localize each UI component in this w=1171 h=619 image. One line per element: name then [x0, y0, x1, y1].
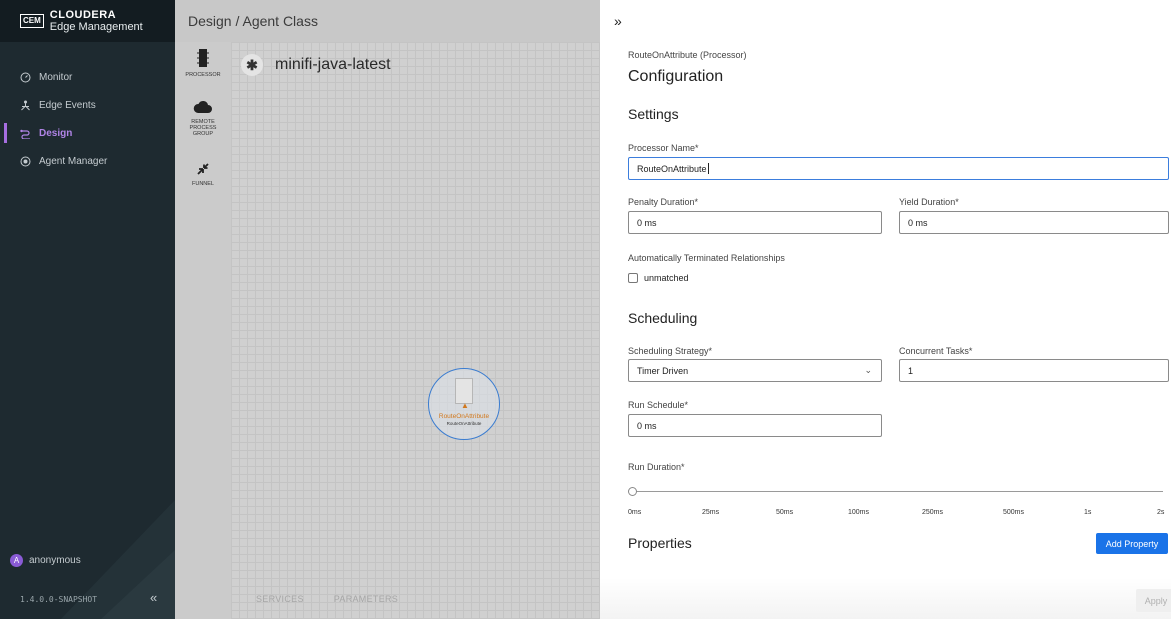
component-palette: PROCESSOR REMOTE PROCESS GROUP FUNNEL: [175, 42, 231, 619]
panel-title: Configuration: [628, 68, 724, 85]
run-schedule-value: 0 ms: [637, 420, 657, 431]
concurrent-tasks-field[interactable]: 1: [899, 359, 1169, 382]
panel-subtitle: RouteOnAttribute (Processor): [628, 50, 747, 60]
warning-icon: ▲: [461, 401, 469, 410]
tick-label: 500ms: [1003, 509, 1025, 516]
tab-services[interactable]: SERVICES: [256, 594, 304, 604]
chevron-down-icon: ⌄: [864, 365, 872, 375]
processor-icon: [197, 49, 209, 67]
bottom-tabs: SERVICES PARAMETERS: [256, 594, 398, 604]
brand: CLOUDERA Edge Management: [50, 9, 143, 33]
tick-label: 25ms: [702, 509, 720, 516]
palette-remote-process-group[interactable]: REMOTE PROCESS GROUP: [175, 100, 231, 137]
tick-label: 1s: [1084, 509, 1092, 516]
auto-terminated-label: Automatically Terminated Relationships: [628, 253, 785, 263]
tick-label: 2s: [1157, 509, 1165, 516]
funnel-icon: [197, 163, 209, 175]
processor-node-title: RouteOnAttribute: [438, 413, 490, 420]
properties-heading: Properties: [628, 535, 692, 551]
text-caret: [707, 163, 709, 174]
agent-class-header: ✱ minifi-java-latest: [241, 54, 391, 76]
panel-footer: [600, 578, 1171, 619]
processor-name-label: Processor Name*: [628, 143, 699, 153]
processor-node[interactable]: ▲ RouteOnAttribute RouteOnAttribute: [428, 368, 500, 440]
version-label: 1.4.0.0-SNAPSHOT: [20, 595, 98, 604]
sidebar-item-label: Edge Events: [39, 99, 96, 111]
palette-processor[interactable]: PROCESSOR: [175, 49, 231, 78]
breadcrumb: Design / Agent Class: [175, 0, 600, 42]
run-schedule-field[interactable]: 0 ms: [628, 414, 882, 437]
run-duration-ticks: 0ms 25ms 50ms 100ms 250ms 500ms 1s 2s: [628, 509, 1166, 519]
palette-label: PROCESSOR: [185, 72, 221, 78]
palette-label: FUNNEL: [191, 181, 214, 187]
asterisk-icon: ✱: [241, 54, 263, 76]
tab-parameters[interactable]: PARAMETERS: [334, 594, 398, 604]
sidebar-item-monitor[interactable]: Monitor: [0, 63, 175, 91]
design-area: Design / Agent Class PROCESSOR REMOTE PR…: [175, 0, 600, 619]
collapse-panel-icon[interactable]: »: [614, 13, 622, 29]
design-icon: [20, 128, 31, 139]
run-duration-slider-track[interactable]: [634, 491, 1163, 492]
sidebar: CEM CLOUDERA Edge Management Monitor Edg…: [0, 0, 175, 619]
unmatched-checkbox-row[interactable]: unmatched: [628, 273, 689, 283]
cem-logo: CEM: [20, 14, 44, 28]
breadcrumb-text: Design / Agent Class: [188, 13, 318, 29]
yield-duration-value: 0 ms: [908, 217, 928, 228]
yield-duration-field[interactable]: 0 ms: [899, 211, 1169, 234]
apply-button[interactable]: Apply: [1136, 589, 1171, 612]
scheduling-strategy-select[interactable]: Timer Driven ⌄: [628, 359, 882, 382]
unmatched-label: unmatched: [644, 273, 689, 283]
sidebar-item-edge-events[interactable]: Edge Events: [0, 91, 175, 119]
scheduling-heading: Scheduling: [628, 310, 698, 326]
configuration-panel: » RouteOnAttribute (Processor) Configura…: [600, 0, 1171, 619]
palette-funnel[interactable]: FUNNEL: [175, 162, 231, 187]
tick-label: 250ms: [922, 509, 944, 516]
penalty-duration-label: Penalty Duration*: [628, 197, 699, 207]
sidebar-item-label: Agent Manager: [39, 155, 108, 167]
settings-heading: Settings: [628, 106, 679, 122]
sidebar-item-agent-manager[interactable]: Agent Manager: [0, 147, 175, 175]
sidebar-item-label: Design: [39, 127, 73, 139]
penalty-duration-field[interactable]: 0 ms: [628, 211, 882, 234]
unmatched-checkbox[interactable]: [628, 273, 638, 283]
gauge-icon: [20, 72, 31, 83]
yield-duration-label: Yield Duration*: [899, 197, 959, 207]
username: anonymous: [29, 555, 81, 566]
avatar: A: [10, 554, 23, 567]
run-duration-label: Run Duration*: [628, 462, 685, 472]
brand-name: CLOUDERA: [49, 9, 117, 21]
run-schedule-label: Run Schedule*: [628, 400, 689, 410]
run-duration-slider-handle[interactable]: [628, 487, 637, 496]
sidebar-item-label: Monitor: [39, 71, 73, 83]
collapse-sidebar-icon[interactable]: «: [150, 590, 157, 605]
agent-class-name: minifi-java-latest: [275, 56, 391, 73]
scheduling-strategy-label: Scheduling Strategy*: [628, 346, 713, 356]
flow-canvas[interactable]: ✱ minifi-java-latest ▲ RouteOnAttribute …: [231, 42, 600, 619]
penalty-duration-value: 0 ms: [637, 217, 657, 228]
brand-subtitle: Edge Management: [49, 21, 143, 33]
sidebar-header[interactable]: CEM CLOUDERA Edge Management: [0, 0, 175, 42]
add-property-button[interactable]: Add Property: [1096, 533, 1168, 554]
user-menu[interactable]: A anonymous: [10, 554, 81, 567]
scheduling-strategy-value: Timer Driven: [637, 365, 689, 376]
agent-manager-icon: [20, 156, 31, 167]
sidebar-decoration: [60, 500, 175, 619]
events-icon: [20, 100, 31, 111]
concurrent-tasks-value: 1: [908, 365, 914, 376]
processor-name-field[interactable]: RouteOnAttribute: [628, 157, 1169, 180]
cloud-icon: [193, 100, 212, 113]
sidebar-item-design[interactable]: Design: [0, 119, 175, 147]
palette-label: REMOTE PROCESS GROUP: [189, 119, 217, 137]
tick-label: 100ms: [848, 509, 870, 516]
tick-label: 50ms: [776, 509, 794, 516]
processor-name-value: RouteOnAttribute: [637, 163, 707, 174]
concurrent-tasks-label: Concurrent Tasks*: [899, 346, 973, 356]
processor-node-type: RouteOnAttribute: [446, 421, 482, 426]
tick-label: 0ms: [628, 509, 642, 516]
sidebar-nav: Monitor Edge Events Design Agent Manager: [0, 63, 175, 175]
